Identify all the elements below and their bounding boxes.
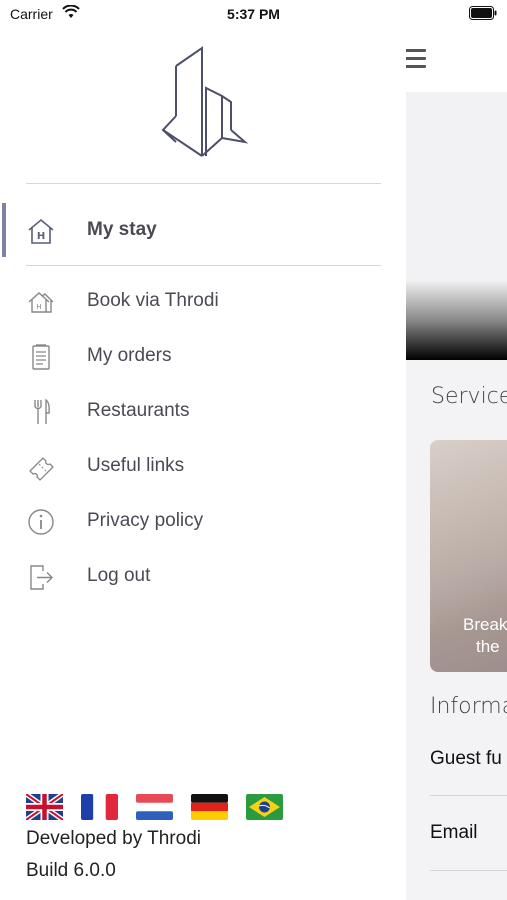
menu-item-book[interactable]: H Book via Throdi — [0, 281, 380, 321]
brazil-flag-icon[interactable] — [246, 794, 283, 820]
netherlands-flag-icon[interactable] — [136, 794, 173, 820]
build-version: Build 6.0.0 — [26, 860, 116, 881]
uk-flag-icon[interactable] — [26, 794, 63, 820]
menu-item-label: My orders — [87, 345, 172, 366]
divider — [430, 870, 507, 871]
receipt-icon — [32, 344, 50, 370]
menu-item-label: My stay — [87, 219, 157, 240]
divider — [26, 265, 381, 266]
menu-item-label: Useful links — [87, 455, 185, 476]
svg-text:H: H — [36, 303, 41, 311]
france-flag-icon[interactable] — [81, 794, 118, 820]
fork-knife-icon — [34, 398, 50, 424]
main-content: Services Break the Informa Guest fu Emai… — [406, 30, 507, 900]
developer-credit: Developed by Throdi — [26, 828, 201, 849]
house-icon: H — [28, 292, 54, 313]
throdi-logo-icon — [161, 46, 249, 157]
service-card-title-line1: Break — [463, 615, 507, 634]
hero-image — [406, 92, 507, 360]
services-heading: Services — [431, 384, 507, 409]
menu-toggle-icon[interactable] — [406, 49, 426, 69]
menu-item-label: Privacy policy — [87, 510, 204, 531]
svg-text:H: H — [37, 231, 45, 242]
info-row-email[interactable]: Email — [430, 822, 478, 844]
hotel-house-icon: H — [28, 218, 54, 244]
battery-icon — [469, 6, 497, 20]
info-icon — [28, 509, 54, 535]
menu-item-label: Restaurants — [87, 400, 190, 421]
information-heading: Informa — [430, 694, 507, 719]
status-bar: Carrier 5:37 PM — [0, 0, 507, 30]
side-drawer: H My stay H Book via Throdi My orders Re… — [0, 30, 406, 900]
menu-item-my-stay[interactable]: H My stay — [0, 210, 380, 250]
menu-item-label: Log out — [87, 565, 151, 586]
clock: 5:37 PM — [227, 6, 280, 22]
menu-item-privacy-policy[interactable]: Privacy policy — [0, 501, 380, 541]
service-card-title-line2: the — [476, 637, 500, 656]
germany-flag-icon[interactable] — [191, 794, 228, 820]
service-card[interactable]: Break the — [430, 440, 507, 672]
logout-icon — [30, 565, 53, 590]
menu-item-restaurants[interactable]: Restaurants — [0, 391, 380, 431]
info-row-guest[interactable]: Guest fu — [430, 748, 502, 770]
menu-item-orders[interactable]: My orders — [0, 336, 380, 376]
divider — [430, 795, 507, 796]
divider — [26, 183, 381, 184]
language-selector — [26, 794, 306, 820]
menu-item-log-out[interactable]: Log out — [0, 556, 380, 596]
menu-item-useful-links[interactable]: Useful links — [0, 446, 380, 486]
menu-item-label: Book via Throdi — [87, 290, 219, 311]
ticket-icon — [29, 457, 54, 481]
